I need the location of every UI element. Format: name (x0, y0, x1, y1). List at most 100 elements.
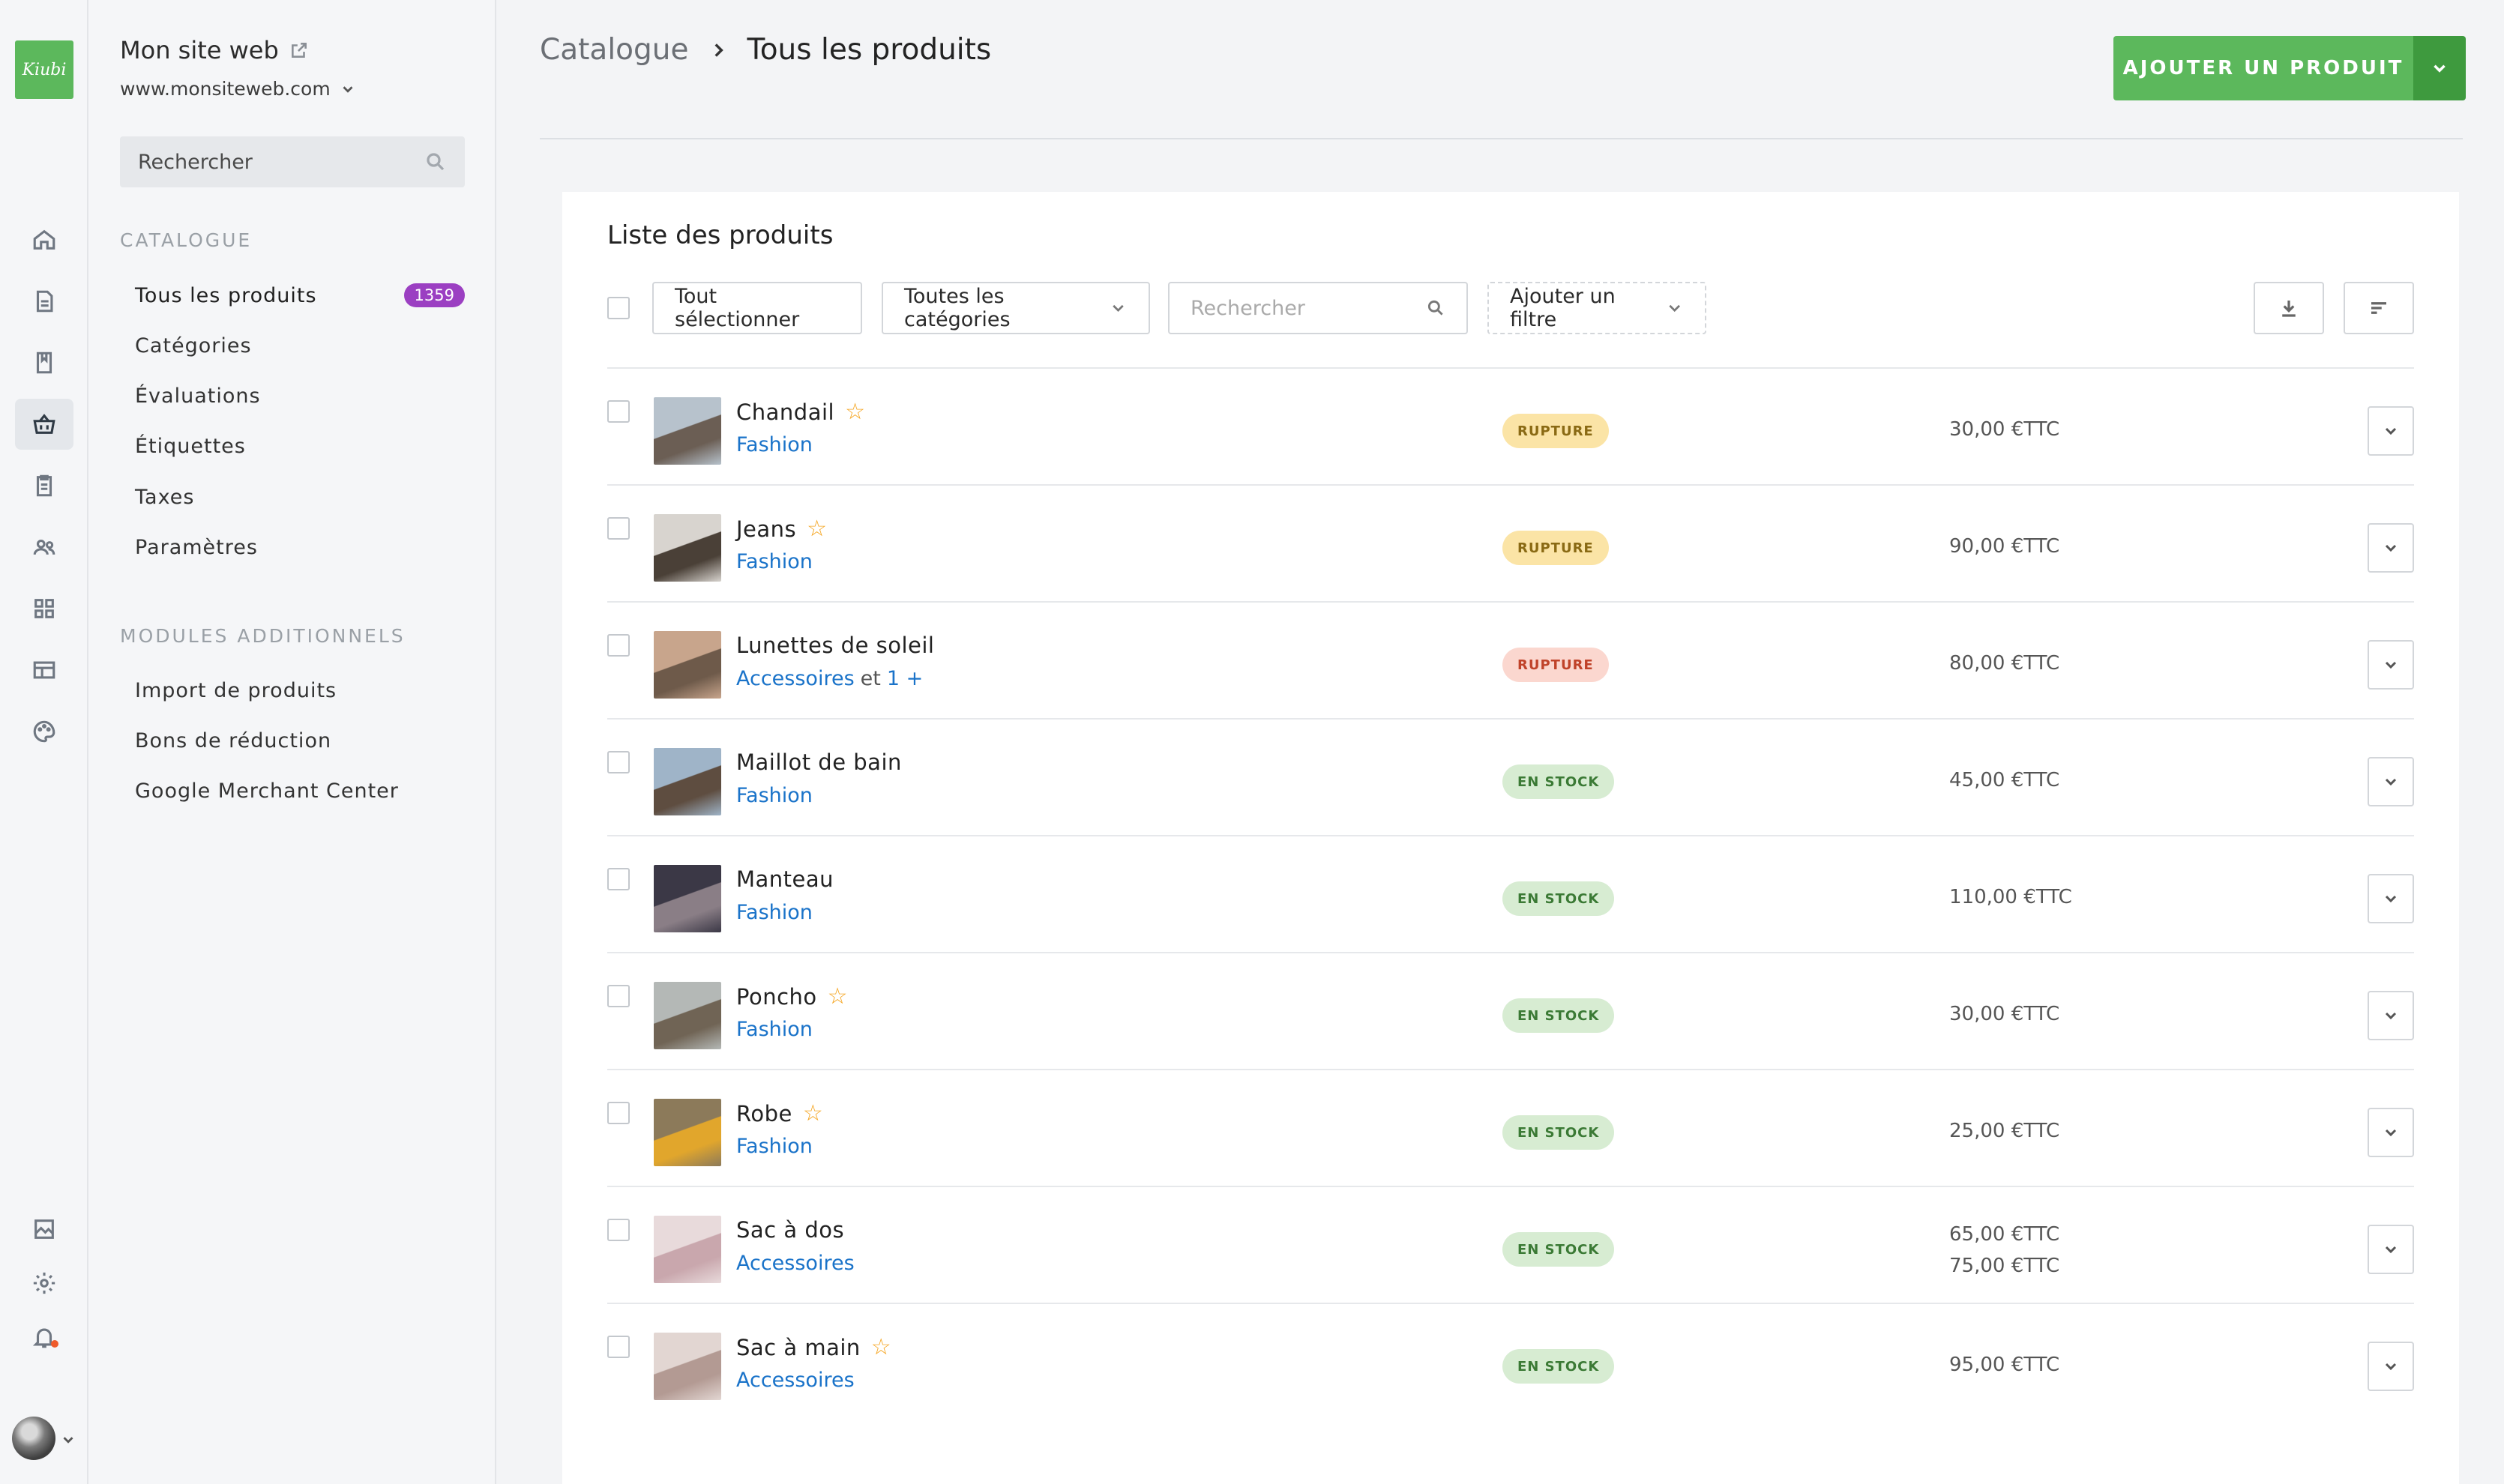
product-thumbnail[interactable] (654, 1099, 721, 1166)
product-name[interactable]: Sac à main ☆ (736, 1334, 891, 1360)
category-link[interactable]: Fashion (736, 1018, 813, 1041)
category-filter-select[interactable]: Toutes les catégories (882, 282, 1150, 334)
layout-icon[interactable] (15, 645, 73, 696)
row-checkbox[interactable] (607, 868, 630, 890)
more-categories-link[interactable]: 1 + (887, 667, 923, 690)
row-checkbox[interactable] (607, 1336, 630, 1358)
row-actions-button[interactable] (2368, 991, 2414, 1040)
table-row[interactable]: Jeans ☆ Fashion RUPTURE 90,00 €TTC (607, 484, 2414, 609)
external-link-icon[interactable] (289, 40, 309, 60)
sidebar-item-tags[interactable]: Étiquettes (135, 435, 465, 458)
secondary-sidebar: Mon site web www.monsiteweb.com Recherch… (88, 0, 496, 1484)
select-all-button[interactable]: Tout sélectionner (652, 282, 862, 334)
chevron-down-icon[interactable] (60, 1432, 76, 1448)
product-name[interactable]: Poncho ☆ (736, 983, 848, 1010)
add-product-button[interactable]: AJOUTER UN PRODUIT (2113, 36, 2413, 100)
row-checkbox[interactable] (607, 1102, 630, 1124)
row-actions-button[interactable] (2368, 640, 2414, 690)
table-row[interactable]: Robe ☆ Fashion EN STOCK 25,00 €TTC (607, 1069, 2414, 1193)
row-checkbox[interactable] (607, 634, 630, 657)
row-actions-button[interactable] (2368, 1108, 2414, 1157)
table-row[interactable]: Manteau Fashion EN STOCK 110,00 €TTC (607, 835, 2414, 959)
sidebar-item-import-products[interactable]: Import de produits (135, 679, 465, 702)
gear-icon[interactable] (15, 1258, 73, 1309)
product-name[interactable]: Lunettes de soleil (736, 633, 935, 658)
home-icon[interactable] (15, 214, 73, 265)
row-checkbox[interactable] (607, 751, 630, 773)
row-checkbox[interactable] (607, 985, 630, 1007)
add-product-dropdown[interactable] (2413, 36, 2466, 100)
sidebar-item-label: Import de produits (135, 679, 337, 702)
add-filter-button[interactable]: Ajouter un filtre (1487, 282, 1706, 334)
product-thumbnail[interactable] (654, 865, 721, 932)
breadcrumb: Catalogue Tous les produits (540, 33, 991, 67)
blog-icon[interactable] (15, 337, 73, 388)
category-link[interactable]: Fashion (736, 901, 813, 924)
site-name[interactable]: Mon site web (120, 36, 309, 64)
product-name[interactable]: Chandail ☆ (736, 399, 865, 425)
notification-dot (51, 1340, 58, 1348)
product-thumbnail[interactable] (654, 397, 721, 465)
row-actions-button[interactable] (2368, 406, 2414, 456)
product-thumbnail[interactable] (654, 748, 721, 815)
orders-icon[interactable] (15, 460, 73, 511)
row-actions-button[interactable] (2368, 523, 2414, 573)
product-search-input[interactable]: Rechercher (1168, 282, 1468, 334)
category-link[interactable]: Accessoires (736, 667, 855, 690)
basket-icon[interactable] (15, 399, 73, 450)
bell-icon[interactable] (15, 1312, 73, 1363)
row-actions-button[interactable] (2368, 757, 2414, 806)
users-icon[interactable] (15, 522, 73, 573)
sort-button[interactable] (2344, 282, 2414, 334)
row-actions-button[interactable] (2368, 874, 2414, 923)
download-button[interactable] (2254, 282, 2324, 334)
category-link[interactable]: Fashion (736, 550, 813, 573)
sidebar-item-discounts[interactable]: Bons de réduction (135, 729, 465, 752)
site-url-selector[interactable]: www.monsiteweb.com (120, 78, 356, 100)
row-checkbox[interactable] (607, 517, 630, 540)
product-name[interactable]: Maillot de bain (736, 749, 902, 775)
table-row[interactable]: Chandail ☆ Fashion RUPTURE 30,00 €TTC (607, 367, 2414, 492)
palette-icon[interactable] (15, 706, 73, 757)
category-link[interactable]: Fashion (736, 433, 813, 456)
kiubi-logo[interactable]: Kiubi (15, 40, 73, 99)
product-thumbnail[interactable] (654, 982, 721, 1049)
product-thumbnail[interactable] (654, 514, 721, 582)
table-row[interactable]: Lunettes de soleil Accessoires et 1 + RUPTUR… (607, 601, 2414, 726)
sidebar-item-all-products[interactable]: Tous les produits 1359 (135, 283, 465, 307)
status-badge: EN STOCK (1502, 1232, 1615, 1267)
product-name[interactable]: Manteau (736, 866, 834, 892)
product-name[interactable]: Robe ☆ (736, 1100, 823, 1126)
category-link[interactable]: Fashion (736, 1135, 813, 1158)
table-row[interactable]: Sac à main ☆ Accessoires EN STOCK 95,00 €TTC (607, 1303, 2414, 1427)
page-icon[interactable] (15, 276, 73, 327)
row-actions-button[interactable] (2368, 1342, 2414, 1391)
sidebar-item-google-merchant[interactable]: Google Merchant Center (135, 779, 465, 803)
table-row[interactable]: Poncho ☆ Fashion EN STOCK 30,00 €TTC (607, 952, 2414, 1076)
product-thumbnail[interactable] (654, 631, 721, 699)
row-checkbox[interactable] (607, 1219, 630, 1241)
sidebar-item-categories[interactable]: Catégories (135, 334, 465, 358)
featured-star-icon: ☆ (802, 1100, 824, 1126)
status-badge: EN STOCK (1502, 881, 1615, 916)
table-row[interactable]: Maillot de bain Fashion EN STOCK 45,00 €TTC (607, 718, 2414, 842)
table-row[interactable]: Sac à dos Accessoires EN STOCK 65,00 €TTC 75… (607, 1186, 2414, 1310)
media-icon[interactable] (15, 1204, 73, 1255)
breadcrumb-parent[interactable]: Catalogue (540, 33, 689, 67)
product-name[interactable]: Jeans ☆ (736, 516, 828, 542)
category-link[interactable]: Fashion (736, 784, 813, 807)
category-link[interactable]: Accessoires (736, 1369, 855, 1392)
avatar[interactable] (12, 1417, 55, 1460)
sidebar-search-input[interactable]: Rechercher (120, 136, 465, 187)
row-actions-button[interactable] (2368, 1225, 2414, 1274)
sidebar-item-settings[interactable]: Paramètres (135, 536, 465, 559)
product-name[interactable]: Sac à dos (736, 1217, 844, 1243)
product-thumbnail[interactable] (654, 1216, 721, 1283)
row-checkbox[interactable] (607, 400, 630, 423)
sidebar-item-taxes[interactable]: Taxes (135, 486, 465, 509)
product-thumbnail[interactable] (654, 1333, 721, 1400)
modules-icon[interactable] (15, 583, 73, 634)
select-all-checkbox[interactable] (607, 297, 630, 319)
category-link[interactable]: Accessoires (736, 1252, 855, 1275)
sidebar-item-reviews[interactable]: Évaluations (135, 384, 465, 408)
